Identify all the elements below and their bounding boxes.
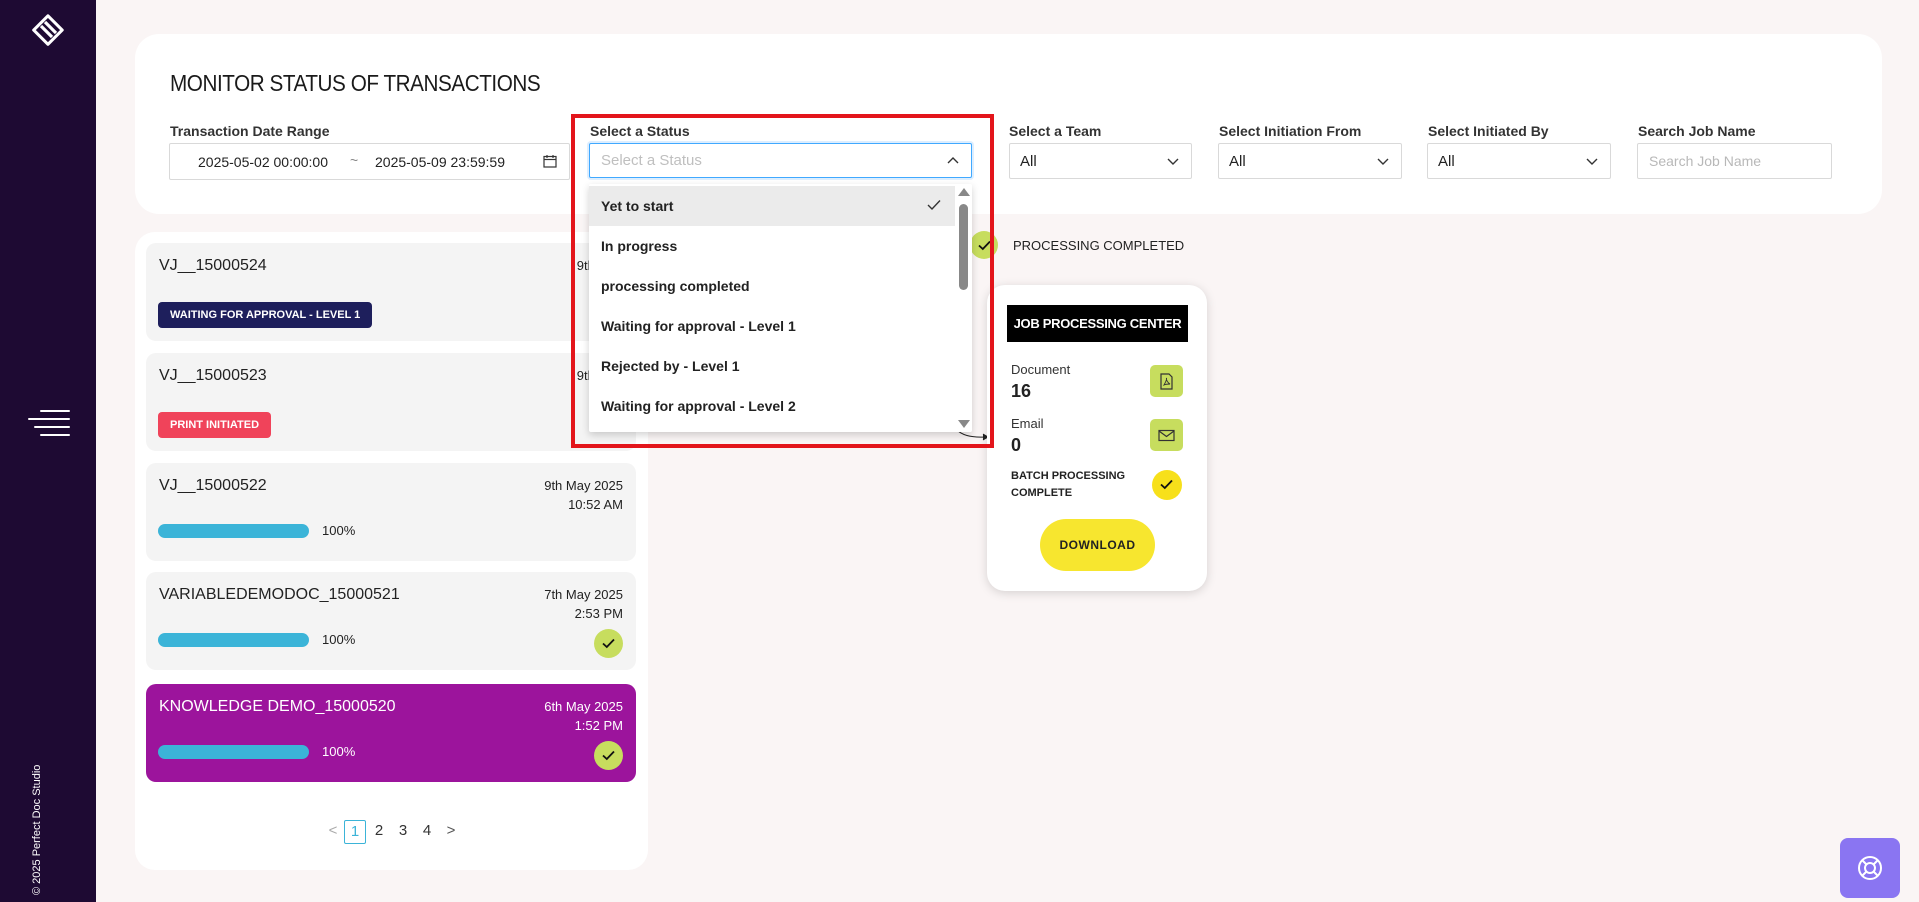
check-icon	[594, 629, 623, 658]
team-select[interactable]: All	[1009, 143, 1192, 179]
email-label: Email	[1011, 416, 1044, 431]
status-dropdown-menu: Yet to start In progress processing comp…	[589, 184, 972, 432]
scroll-down-arrow-icon[interactable]	[958, 420, 970, 428]
hamburger-menu-icon[interactable]	[28, 410, 70, 436]
job-card-15000521[interactable]: VARIABLEDEMODOC_15000521 7th May 2025 2:5…	[146, 572, 636, 670]
chevron-down-icon	[1377, 158, 1389, 165]
job-card-15000520[interactable]: KNOWLEDGE DEMO_15000520 6th May 2025 1:52…	[146, 684, 636, 782]
email-icon[interactable]	[1150, 419, 1183, 451]
progress-percent: 100%	[322, 744, 356, 759]
dropdown-scrollbar[interactable]	[955, 184, 972, 432]
search-job-label: Search Job Name	[1638, 123, 1756, 139]
job-date: 6th May 2025 1:52 PM	[544, 699, 623, 733]
processing-status-text: PROCESSING COMPLETED	[1013, 238, 1185, 253]
job-name: VJ__15000522	[159, 477, 267, 494]
job-name: KNOWLEDGE DEMO_15000520	[159, 698, 396, 715]
app-logo-icon[interactable]	[28, 12, 68, 52]
check-icon	[594, 741, 623, 770]
status-badge: WAITING FOR APPROVAL - LEVEL 1	[158, 302, 373, 328]
team-select-value: All	[1020, 153, 1037, 170]
status-option-in-progress[interactable]: In progress	[589, 226, 955, 266]
copyright-text: © 2025 Perfect Doc Studio	[31, 764, 43, 895]
job-card-15000523[interactable]: VJ__15000523 9th May10:5 PRINT INITIATED	[146, 353, 636, 451]
initiated-by-select[interactable]: All	[1427, 143, 1611, 179]
chevron-down-icon	[1167, 158, 1179, 165]
status-label: Select a Status	[590, 123, 690, 139]
page-title: MONITOR STATUS OF TRANSACTIONS	[170, 70, 541, 96]
job-name: VJ__15000524	[159, 257, 267, 274]
scroll-thumb[interactable]	[959, 204, 968, 290]
pdf-document-icon[interactable]	[1150, 365, 1183, 397]
date-range-picker[interactable]: 2025-05-02 00:00:00 ~ 2025-05-09 23:59:5…	[169, 143, 570, 180]
status-option-waiting-level-1[interactable]: Waiting for approval - Level 1	[589, 306, 955, 346]
job-date: 9th May 2025 10:52 AM	[544, 478, 623, 512]
team-label: Select a Team	[1009, 123, 1102, 139]
selected-check-icon	[927, 200, 941, 211]
batch-complete-check-icon	[1152, 470, 1182, 500]
initiated-by-value: All	[1438, 153, 1455, 170]
chevron-down-icon	[1586, 158, 1598, 165]
job-processing-title: JOB PROCESSING CENTER	[1007, 305, 1188, 342]
progress-bar	[158, 524, 309, 538]
initiated-by-label: Select Initiated By	[1428, 123, 1549, 139]
status-option-yet-to-start[interactable]: Yet to start	[589, 186, 955, 226]
document-count: 16	[1011, 381, 1032, 401]
status-option-processing-completed[interactable]: processing completed	[589, 266, 955, 306]
document-label: Document	[1011, 362, 1071, 377]
chevron-up-icon[interactable]	[947, 155, 959, 165]
scroll-up-arrow-icon[interactable]	[958, 188, 970, 196]
sidebar: © 2025 Perfect Doc Studio	[0, 0, 96, 902]
email-count: 0	[1011, 435, 1022, 455]
search-job-input[interactable]	[1637, 143, 1832, 179]
page-1-button[interactable]: 1	[344, 820, 366, 844]
job-name: VARIABLEDEMODOC_15000521	[159, 586, 400, 603]
processing-completed-check-icon	[970, 231, 998, 259]
initiation-from-label: Select Initiation From	[1219, 123, 1362, 139]
progress-bar	[158, 633, 309, 647]
page-2-button[interactable]: 2	[368, 820, 390, 844]
download-button[interactable]: DOWNLOAD	[1040, 519, 1155, 571]
progress-percent: 100%	[322, 632, 356, 647]
status-option-waiting-level-2[interactable]: Waiting for approval - Level 2	[589, 386, 955, 426]
page-4-button[interactable]: 4	[416, 820, 438, 844]
initiation-from-select[interactable]: All	[1218, 143, 1402, 179]
status-badge: PRINT INITIATED	[158, 412, 272, 438]
status-select[interactable]: Select a Status	[589, 143, 972, 178]
page-3-button[interactable]: 3	[392, 820, 414, 844]
lifebuoy-icon	[1858, 856, 1882, 880]
date-start[interactable]: 2025-05-02 00:00:00	[198, 154, 328, 170]
calendar-icon[interactable]	[543, 154, 557, 168]
job-date: 7th May 2025 2:53 PM	[544, 587, 623, 621]
progress-bar	[158, 745, 309, 759]
job-name: VJ__15000523	[159, 367, 267, 384]
date-range-label: Transaction Date Range	[170, 123, 330, 139]
initiation-from-value: All	[1229, 153, 1246, 170]
status-option-rejected-level-1[interactable]: Rejected by - Level 1	[589, 346, 955, 386]
prev-page-button[interactable]: <	[322, 820, 344, 844]
job-card-15000522[interactable]: VJ__15000522 9th May 2025 10:52 AM 100%	[146, 463, 636, 561]
date-separator: ~	[350, 152, 359, 168]
job-card-15000524[interactable]: VJ__15000524 9th May11:5 WAITING FOR APP…	[146, 243, 636, 341]
date-end[interactable]: 2025-05-09 23:59:59	[375, 154, 505, 170]
batch-processing-label: BATCH PROCESSING COMPLETE	[1011, 470, 1126, 499]
progress-percent: 100%	[322, 523, 356, 538]
help-lifebuoy-button[interactable]	[1840, 838, 1900, 898]
next-page-button[interactable]: >	[440, 820, 462, 844]
status-placeholder: Select a Status	[601, 152, 702, 169]
